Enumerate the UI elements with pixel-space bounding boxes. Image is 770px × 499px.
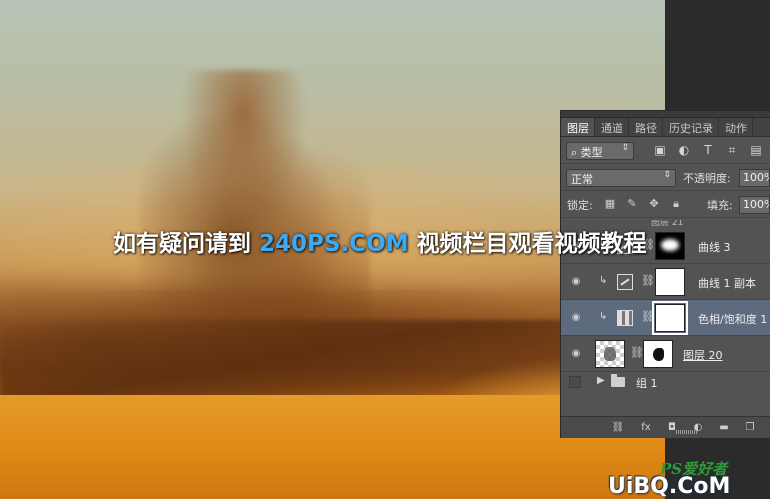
blend-mode-select[interactable]: 正常 ⇕ [566,169,676,187]
lock-all-icon[interactable]: 🔒︎ [669,197,683,211]
tab-actions[interactable]: 动作 [719,118,753,136]
eye-icon[interactable]: ◉ [569,348,583,360]
new-group-icon[interactable]: ▬ [717,421,731,435]
clip-arrow-icon: ↳ [599,311,608,322]
filter-kind-label: 类型 [580,146,603,159]
clip-arrow-icon: ↳ [599,275,608,286]
layer-group-row[interactable]: ▶ 组 1 [561,372,770,392]
layer-row-layer-20[interactable]: ◉ ⛓ 图层 20 [561,336,770,372]
opacity-input[interactable]: 100% [739,169,770,187]
hue-saturation-icon [617,310,633,326]
fill-label: 填充: [707,199,733,212]
type-filter-icon[interactable]: T [701,143,715,157]
layer-row-curves-1-copy[interactable]: ◉ ↳ ⛓ 曲线 1 副本 [561,264,770,300]
panel-bottom-bar: ⛓ fx ◘ ◐ ▬ ❐ [561,416,770,438]
smart-object-filter-icon[interactable]: ▤ [749,143,763,157]
visibility-toggle[interactable] [569,376,581,388]
blend-mode-label: 正常 [571,173,593,186]
shape-filter-icon[interactable]: ⌗ [725,143,739,157]
folder-icon [611,374,625,387]
chevron-updown-icon: ⇕ [663,170,671,180]
tab-history[interactable]: 历史记录 [663,118,719,136]
lock-transparent-icon[interactable]: ▦ [603,197,617,211]
lock-label: 锁定: [567,199,593,212]
filter-kind-select[interactable]: ⌕ 类型 ⇕ [566,142,634,160]
layer-thumbnail[interactable] [595,340,625,368]
search-icon: ⌕ [571,146,581,159]
lock-row: 锁定: ▦ ✎ ✥ 🔒︎ 填充: 100% [561,191,770,218]
watermark-prefix: 如有疑问请到 [113,231,260,257]
chain-link-icon[interactable]: ⛓ [641,310,655,323]
tab-layers[interactable]: 图层 [561,118,595,136]
layer-name[interactable]: 曲线 3 [698,239,731,255]
watermark-site: 240PS.COM [259,231,409,257]
blend-row: 正常 ⇕ 不透明度: 100% [561,164,770,191]
eye-icon[interactable]: ◉ [569,312,583,324]
group-name[interactable]: 组 1 [636,375,658,391]
layer-name[interactable]: 图层 20 [683,347,723,363]
panel-tabs: 图层 通道 路径 历史记录 动作 [561,118,770,137]
site-logo: UiBQ.CoM [608,474,731,499]
watermark-suffix: 视频栏目观看视频教程 [408,231,647,257]
expand-triangle-icon[interactable]: ▶ [597,375,605,386]
fill-input[interactable]: 100% [739,196,770,214]
tab-paths[interactable]: 路径 [629,118,663,136]
image-filter-icon[interactable]: ▣ [653,143,667,157]
layer-row-hue-saturation-1[interactable]: ◉ ↳ ⛓ 色相/饱和度 1 [561,300,770,336]
lock-move-icon[interactable]: ✥ [647,197,661,211]
layer-mask-thumbnail[interactable] [643,340,673,368]
resize-grip[interactable] [676,430,698,434]
filter-row: ⌕ 类型 ⇕ ▣ ◐ T ⌗ ▤ [561,137,770,164]
layer-mask-thumbnail[interactable] [655,268,685,296]
opacity-label: 不透明度: [683,172,731,185]
layer-mask-thumbnail[interactable] [652,301,688,335]
adjustment-filter-icon[interactable]: ◐ [677,143,691,157]
panel-title-strip[interactable] [561,111,770,118]
layer-mask-thumbnail[interactable] [655,232,685,260]
lock-brush-icon[interactable]: ✎ [625,197,639,211]
eye-icon[interactable]: ◉ [569,276,583,288]
layer-name[interactable]: 色相/饱和度 1 [698,311,767,327]
tab-channels[interactable]: 通道 [595,118,629,136]
workspace-background [665,0,770,110]
chain-link-icon[interactable]: ⛓ [641,274,655,287]
fx-icon[interactable]: fx [639,421,653,435]
layers-panel: 图层 通道 路径 历史记录 动作 ⌕ 类型 ⇕ ▣ ◐ T ⌗ ▤ 正常 ⇕ 不… [560,110,770,438]
curves-icon [617,274,633,290]
chevron-updown-icon: ⇕ [621,143,629,153]
link-layers-icon[interactable]: ⛓ [611,421,625,435]
layer-name[interactable]: 曲线 1 副本 [698,275,756,291]
new-layer-icon[interactable]: ❐ [743,421,757,435]
tutorial-watermark: 如有疑问请到 240PS.COM 视频栏目观看视频教程 [113,224,647,257]
chain-link-icon[interactable]: ⛓ [630,346,644,359]
